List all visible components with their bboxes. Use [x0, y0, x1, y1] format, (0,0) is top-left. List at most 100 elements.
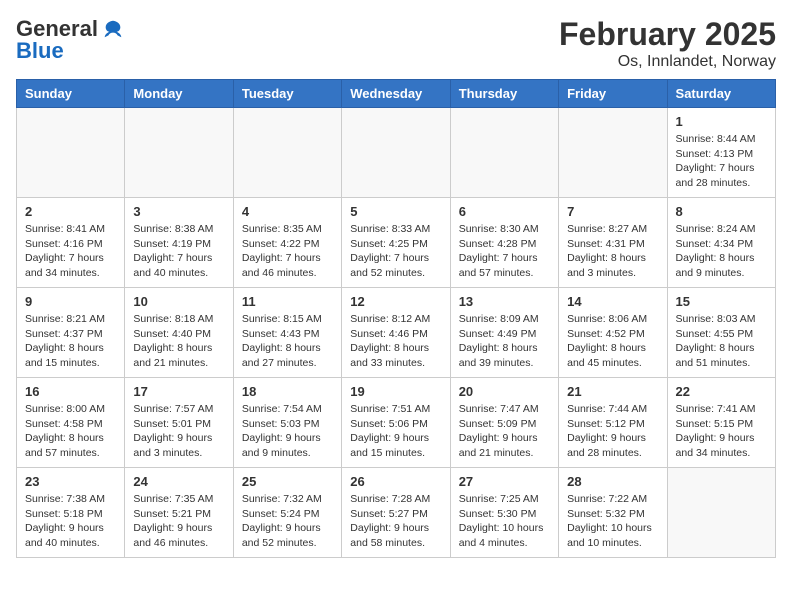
day-info: Sunrise: 8:33 AM Sunset: 4:25 PM Dayligh… — [350, 222, 441, 281]
day-number: 2 — [25, 204, 116, 219]
weekday-row: SundayMondayTuesdayWednesdayThursdayFrid… — [17, 80, 776, 108]
calendar-cell: 21 Sunrise: 7:44 AM Sunset: 5:12 PM Dayli… — [559, 378, 667, 468]
calendar-cell: 1 Sunrise: 8:44 AM Sunset: 4:13 PM Daylig… — [667, 108, 775, 198]
day-info: Sunrise: 8:21 AM Sunset: 4:37 PM Dayligh… — [25, 312, 116, 371]
day-number: 1 — [676, 114, 767, 129]
day-info: Sunrise: 8:27 AM Sunset: 4:31 PM Dayligh… — [567, 222, 658, 281]
day-number: 9 — [25, 294, 116, 309]
day-info: Sunrise: 7:32 AM Sunset: 5:24 PM Dayligh… — [242, 492, 333, 551]
day-number: 15 — [676, 294, 767, 309]
calendar-table: SundayMondayTuesdayWednesdayThursdayFrid… — [16, 79, 776, 558]
calendar-cell: 22Sunrise: 7:41 AM Sunset: 5:15 PM Dayli… — [667, 378, 775, 468]
day-number: 25 — [242, 474, 333, 489]
day-info: Sunrise: 7:22 AM Sunset: 5:32 PM Dayligh… — [567, 492, 658, 551]
day-number: 22 — [676, 384, 767, 399]
calendar-cell — [17, 108, 125, 198]
day-info: Sunrise: 8:12 AM Sunset: 4:46 PM Dayligh… — [350, 312, 441, 371]
calendar-cell: 26 Sunrise: 7:28 AM Sunset: 5:27 PM Dayli… — [342, 468, 450, 558]
weekday-header-thursday: Thursday — [450, 80, 558, 108]
weekday-header-saturday: Saturday — [667, 80, 775, 108]
day-info: Sunrise: 8:18 AM Sunset: 4:40 PM Dayligh… — [133, 312, 224, 371]
calendar-cell: 15 Sunrise: 8:03 AM Sunset: 4:55 PM Dayli… — [667, 288, 775, 378]
day-info: Sunrise: 8:35 AM Sunset: 4:22 PM Dayligh… — [242, 222, 333, 281]
day-info: Sunrise: 8:06 AM Sunset: 4:52 PM Dayligh… — [567, 312, 658, 371]
calendar-cell: 18Sunrise: 7:54 AM Sunset: 5:03 PM Dayli… — [233, 378, 341, 468]
calendar-cell: 3 Sunrise: 8:38 AM Sunset: 4:19 PM Daylig… — [125, 198, 233, 288]
day-number: 3 — [133, 204, 224, 219]
logo: General Blue — [16, 16, 124, 64]
page-title: February 2025 — [559, 16, 776, 53]
day-number: 18 — [242, 384, 333, 399]
calendar-cell — [342, 108, 450, 198]
day-number: 17 — [133, 384, 224, 399]
calendar-cell: 19 Sunrise: 7:51 AM Sunset: 5:06 PM Dayli… — [342, 378, 450, 468]
day-number: 4 — [242, 204, 333, 219]
day-number: 24 — [133, 474, 224, 489]
day-number: 11 — [242, 294, 333, 309]
day-info: Sunrise: 8:41 AM Sunset: 4:16 PM Dayligh… — [25, 222, 116, 281]
weekday-header-wednesday: Wednesday — [342, 80, 450, 108]
day-info: Sunrise: 7:38 AM Sunset: 5:18 PM Dayligh… — [25, 492, 116, 551]
day-info: Sunrise: 8:30 AM Sunset: 4:28 PM Dayligh… — [459, 222, 550, 281]
calendar-cell: 14 Sunrise: 8:06 AM Sunset: 4:52 PM Dayli… — [559, 288, 667, 378]
calendar-cell: 11 Sunrise: 8:15 AM Sunset: 4:43 PM Dayli… — [233, 288, 341, 378]
calendar-cell: 24 Sunrise: 7:35 AM Sunset: 5:21 PM Dayli… — [125, 468, 233, 558]
calendar-cell: 7 Sunrise: 8:27 AM Sunset: 4:31 PM Daylig… — [559, 198, 667, 288]
calendar-cell: 9 Sunrise: 8:21 AM Sunset: 4:37 PM Daylig… — [17, 288, 125, 378]
day-info: Sunrise: 8:24 AM Sunset: 4:34 PM Dayligh… — [676, 222, 767, 281]
day-info: Sunrise: 7:35 AM Sunset: 5:21 PM Dayligh… — [133, 492, 224, 551]
calendar-cell: 6Sunrise: 8:30 AM Sunset: 4:28 PM Daylig… — [450, 198, 558, 288]
day-info: Sunrise: 8:44 AM Sunset: 4:13 PM Dayligh… — [676, 132, 767, 191]
day-info: Sunrise: 8:00 AM Sunset: 4:58 PM Dayligh… — [25, 402, 116, 461]
weekday-header-friday: Friday — [559, 80, 667, 108]
calendar-cell — [667, 468, 775, 558]
logo-bird-icon — [102, 18, 124, 40]
day-number: 23 — [25, 474, 116, 489]
calendar-cell: 16 Sunrise: 8:00 AM Sunset: 4:58 PM Dayli… — [17, 378, 125, 468]
calendar-cell: 10 Sunrise: 8:18 AM Sunset: 4:40 PM Dayli… — [125, 288, 233, 378]
calendar-cell: 20 Sunrise: 7:47 AM Sunset: 5:09 PM Dayli… — [450, 378, 558, 468]
day-number: 5 — [350, 204, 441, 219]
day-number: 16 — [25, 384, 116, 399]
day-number: 27 — [459, 474, 550, 489]
weekday-header-sunday: Sunday — [17, 80, 125, 108]
day-number: 14 — [567, 294, 658, 309]
calendar-cell — [559, 108, 667, 198]
calendar-body: 1 Sunrise: 8:44 AM Sunset: 4:13 PM Daylig… — [17, 108, 776, 558]
calendar-header: SundayMondayTuesdayWednesdayThursdayFrid… — [17, 80, 776, 108]
calendar-cell: 28 Sunrise: 7:22 AM Sunset: 5:32 PM Dayli… — [559, 468, 667, 558]
calendar-cell: 2 Sunrise: 8:41 AM Sunset: 4:16 PM Daylig… — [17, 198, 125, 288]
calendar-cell: 23 Sunrise: 7:38 AM Sunset: 5:18 PM Dayli… — [17, 468, 125, 558]
weekday-header-tuesday: Tuesday — [233, 80, 341, 108]
day-number: 26 — [350, 474, 441, 489]
day-number: 19 — [350, 384, 441, 399]
calendar-cell: 8Sunrise: 8:24 AM Sunset: 4:34 PM Daylig… — [667, 198, 775, 288]
calendar-cell: 25 Sunrise: 7:32 AM Sunset: 5:24 PM Dayli… — [233, 468, 341, 558]
calendar-cell: 12 Sunrise: 8:12 AM Sunset: 4:46 PM Dayli… — [342, 288, 450, 378]
calendar-cell — [450, 108, 558, 198]
calendar-cell: 27 Sunrise: 7:25 AM Sunset: 5:30 PM Dayli… — [450, 468, 558, 558]
day-info: Sunrise: 7:47 AM Sunset: 5:09 PM Dayligh… — [459, 402, 550, 461]
calendar-week-0: 1 Sunrise: 8:44 AM Sunset: 4:13 PM Daylig… — [17, 108, 776, 198]
day-info: Sunrise: 8:03 AM Sunset: 4:55 PM Dayligh… — [676, 312, 767, 371]
day-info: Sunrise: 7:51 AM Sunset: 5:06 PM Dayligh… — [350, 402, 441, 461]
day-info: Sunrise: 7:28 AM Sunset: 5:27 PM Dayligh… — [350, 492, 441, 551]
calendar-cell: 13 Sunrise: 8:09 AM Sunset: 4:49 PM Dayli… — [450, 288, 558, 378]
day-info: Sunrise: 7:25 AM Sunset: 5:30 PM Dayligh… — [459, 492, 550, 551]
calendar-cell: 17 Sunrise: 7:57 AM Sunset: 5:01 PM Dayli… — [125, 378, 233, 468]
calendar-cell — [233, 108, 341, 198]
day-info: Sunrise: 7:44 AM Sunset: 5:12 PM Dayligh… — [567, 402, 658, 461]
day-info: Sunrise: 8:15 AM Sunset: 4:43 PM Dayligh… — [242, 312, 333, 371]
day-info: Sunrise: 7:57 AM Sunset: 5:01 PM Dayligh… — [133, 402, 224, 461]
page-subtitle: Os, Innlandet, Norway — [559, 53, 776, 71]
day-number: 28 — [567, 474, 658, 489]
calendar-week-1: 2 Sunrise: 8:41 AM Sunset: 4:16 PM Daylig… — [17, 198, 776, 288]
day-number: 21 — [567, 384, 658, 399]
day-number: 10 — [133, 294, 224, 309]
day-number: 13 — [459, 294, 550, 309]
day-number: 7 — [567, 204, 658, 219]
day-number: 12 — [350, 294, 441, 309]
day-number: 20 — [459, 384, 550, 399]
day-info: Sunrise: 8:38 AM Sunset: 4:19 PM Dayligh… — [133, 222, 224, 281]
day-info: Sunrise: 8:09 AM Sunset: 4:49 PM Dayligh… — [459, 312, 550, 371]
